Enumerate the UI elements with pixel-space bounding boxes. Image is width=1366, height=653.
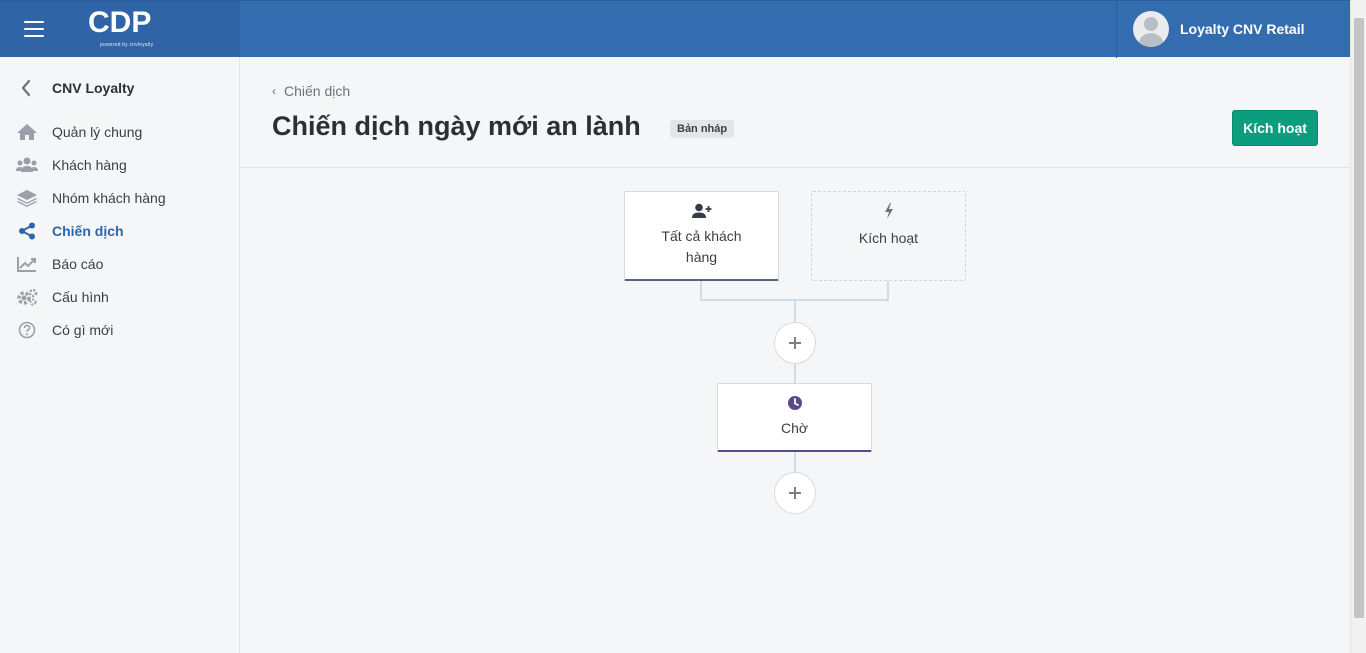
chevron-left-icon xyxy=(21,79,31,97)
sidebar-item-label: Cấu hình xyxy=(52,288,109,305)
sidebar-back-button[interactable]: CNV Loyalty xyxy=(20,79,134,97)
page-scrollbar[interactable] xyxy=(1350,0,1366,653)
sidebar-item-label: Chiến dịch xyxy=(52,222,124,239)
home-icon xyxy=(16,123,38,141)
chevron-left-icon: ‹ xyxy=(272,84,276,98)
header-divider xyxy=(240,167,1350,168)
user-menu[interactable]: Loyalty CNV Retail xyxy=(1116,1,1350,58)
logo-subtext: powered by cnvloyalty xyxy=(100,42,154,48)
sidebar-item-nhom-khach-hang[interactable]: Nhóm khách hàng xyxy=(0,181,239,214)
top-bar: CDP powered by cnvloyalty Loyalty CNV Re… xyxy=(0,0,1350,58)
audience-node-label: Tất cả khách hàng xyxy=(661,228,742,265)
wait-node-label: Chờ xyxy=(780,420,809,436)
logo-text: CDP xyxy=(88,6,152,39)
main-content: ‹ Chiến dịch Chiến dịch ngày mới an lành… xyxy=(240,57,1350,653)
cogs-icon xyxy=(16,288,38,306)
sidebar-item-label: Khách hàng xyxy=(52,156,127,173)
bolt-icon xyxy=(883,202,895,220)
connector-line xyxy=(794,299,796,322)
sidebar-title: CNV Loyalty xyxy=(52,80,135,96)
connector-line xyxy=(887,281,889,301)
sidebar-item-label: Nhóm khách hàng xyxy=(52,189,166,206)
clock-icon xyxy=(787,394,803,412)
connector-line xyxy=(794,452,796,472)
breadcrumb-label: Chiến dịch xyxy=(284,83,351,99)
cdp-logo[interactable]: CDP powered by cnvloyalty xyxy=(88,6,168,54)
plus-icon xyxy=(789,487,801,499)
page-title: Chiến dịch ngày mới an lành xyxy=(272,111,641,141)
user-name: Loyalty CNV Retail xyxy=(1180,21,1305,37)
users-icon xyxy=(16,156,38,174)
share-icon xyxy=(16,222,38,240)
sidebar-item-chien-dich[interactable]: Chiến dịch xyxy=(0,214,239,247)
audience-node[interactable]: Tất cả khách hàng xyxy=(624,191,779,281)
activate-button[interactable]: Kích hoạt xyxy=(1232,110,1318,146)
sidebar-item-label: Báo cáo xyxy=(52,255,104,272)
layers-icon xyxy=(16,189,38,207)
sidebar: CNV Loyalty Quản lý chung Khách hàng Nhó… xyxy=(0,57,240,653)
question-circle-icon xyxy=(16,321,38,339)
hamburger-menu-icon[interactable] xyxy=(24,21,44,37)
connector-line xyxy=(700,281,702,301)
user-plus-icon xyxy=(691,202,712,220)
sidebar-item-bao-cao[interactable]: Báo cáo xyxy=(0,247,239,280)
add-step-button[interactable] xyxy=(774,472,816,514)
chart-line-icon xyxy=(16,255,38,273)
brand-area: CDP powered by cnvloyalty xyxy=(0,1,240,58)
avatar xyxy=(1133,11,1169,47)
breadcrumb[interactable]: ‹ Chiến dịch xyxy=(272,83,350,99)
trigger-node-label: Kích hoạt xyxy=(858,230,919,246)
sidebar-item-label: Có gì mới xyxy=(52,321,114,338)
status-badge: Bản nháp xyxy=(670,120,735,138)
add-step-button[interactable] xyxy=(774,322,816,364)
sidebar-item-co-gi-moi[interactable]: Có gì mới xyxy=(0,313,239,346)
scrollbar-thumb[interactable] xyxy=(1354,18,1364,618)
plus-icon xyxy=(789,337,801,349)
sidebar-nav: Quản lý chung Khách hàng Nhóm khách hàng xyxy=(0,115,239,346)
sidebar-item-khach-hang[interactable]: Khách hàng xyxy=(0,148,239,181)
sidebar-item-label: Quản lý chung xyxy=(52,123,143,140)
sidebar-item-cau-hinh[interactable]: Cấu hình xyxy=(0,280,239,313)
connector-line xyxy=(794,363,796,383)
wait-node[interactable]: Chờ xyxy=(717,383,872,452)
trigger-node[interactable]: Kích hoạt xyxy=(811,191,966,281)
sidebar-item-quan-ly-chung[interactable]: Quản lý chung xyxy=(0,115,239,148)
